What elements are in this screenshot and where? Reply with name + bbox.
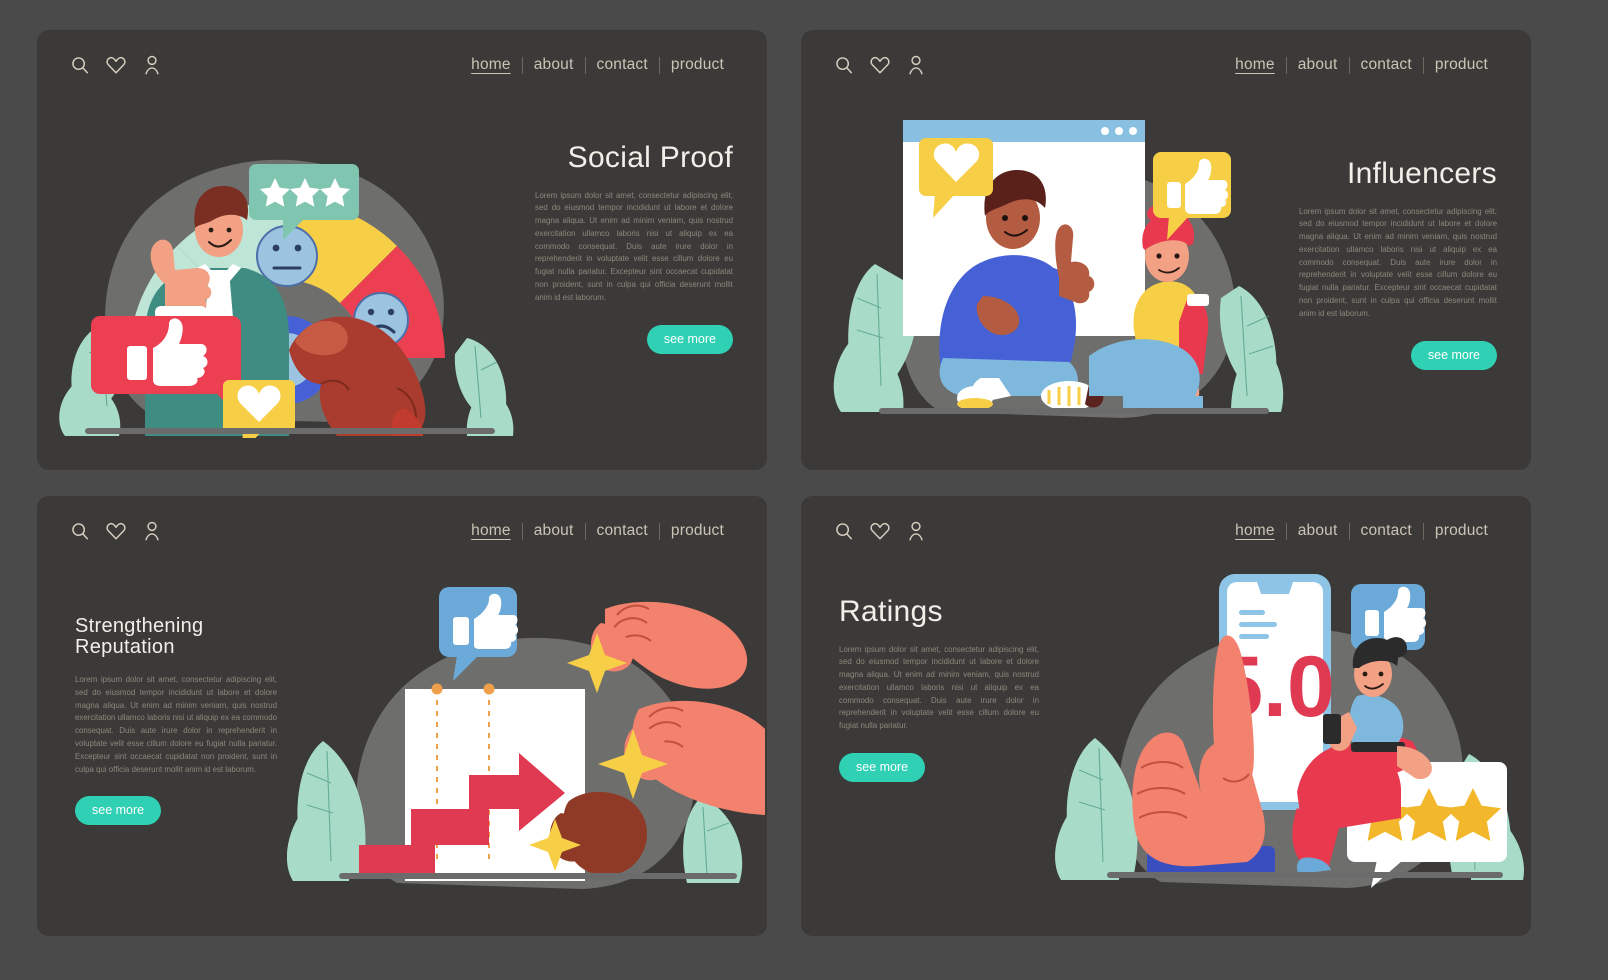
landing-page-set: home about contact product Social Proof … xyxy=(0,0,1608,980)
heart-icon[interactable] xyxy=(869,54,891,76)
panel-influencers: home about contact product Influencers L… xyxy=(801,30,1531,470)
nav-link-about[interactable]: about xyxy=(1287,56,1349,74)
page-title: Ratings xyxy=(839,595,943,628)
icon-group xyxy=(833,54,927,76)
search-icon[interactable] xyxy=(833,54,855,76)
page-title: Social Proof xyxy=(567,141,733,174)
panel-strengthening-reputation: home about contact product Strengthening… xyxy=(37,496,767,936)
see-more-button[interactable]: see more xyxy=(839,753,926,783)
text-column: Influencers Lorem ipsum dolor sit amet, … xyxy=(1299,158,1497,370)
panel-ratings: home about contact product Ratings Lorem… xyxy=(801,496,1531,936)
heart-icon[interactable] xyxy=(869,520,891,542)
text-column: Social Proof Lorem ipsum dolor sit amet,… xyxy=(535,142,733,354)
nav-link-product[interactable]: product xyxy=(660,522,735,540)
top-navigation-bar: home about contact product xyxy=(37,496,767,566)
nav-link-contact[interactable]: contact xyxy=(586,56,659,74)
nav-link-home[interactable]: home xyxy=(1224,522,1286,540)
search-icon[interactable] xyxy=(69,54,91,76)
nav-links: home about contact product xyxy=(1224,522,1499,540)
illustration-influencers xyxy=(823,90,1293,435)
body-paragraph: Lorem ipsum dolor sit amet, consectetur … xyxy=(75,675,277,774)
nav-links: home about contact product xyxy=(460,56,735,74)
user-icon[interactable] xyxy=(905,54,927,76)
illustration-art xyxy=(287,561,767,906)
icon-group xyxy=(833,520,927,542)
nav-link-about[interactable]: about xyxy=(523,56,585,74)
illustration-strengthening-reputation xyxy=(287,561,767,906)
illustration-art xyxy=(37,88,537,438)
illustration-art xyxy=(823,90,1293,435)
nav-link-product[interactable]: product xyxy=(1424,522,1499,540)
nav-link-about[interactable]: about xyxy=(1287,522,1349,540)
body-paragraph: Lorem ipsum dolor sit amet, consectetur … xyxy=(839,644,1039,731)
nav-link-home[interactable]: home xyxy=(460,522,522,540)
nav-link-product[interactable]: product xyxy=(1424,56,1499,74)
text-column: Ratings Lorem ipsum dolor sit amet, cons… xyxy=(839,595,1039,783)
see-more-button[interactable]: see more xyxy=(646,324,733,354)
body-paragraph: Lorem ipsum dolor sit amet, consectetur … xyxy=(535,190,733,302)
nav-links: home about contact product xyxy=(460,522,735,540)
icon-group xyxy=(69,520,163,542)
text-column: Strengthening Reputation Lorem ipsum dol… xyxy=(75,615,277,826)
nav-link-contact[interactable]: contact xyxy=(586,522,659,540)
nav-link-product[interactable]: product xyxy=(660,56,735,74)
nav-link-about[interactable]: about xyxy=(523,522,585,540)
search-icon[interactable] xyxy=(833,520,855,542)
illustration-social-proof xyxy=(37,88,537,438)
panel-social-proof: home about contact product Social Proof … xyxy=(37,30,767,470)
nav-link-home[interactable]: home xyxy=(460,56,522,74)
nav-link-contact[interactable]: contact xyxy=(1350,522,1423,540)
nav-link-contact[interactable]: contact xyxy=(1350,56,1423,74)
search-icon[interactable] xyxy=(69,520,91,542)
heart-icon[interactable] xyxy=(105,54,127,76)
page-title: Strengthening Reputation xyxy=(75,615,204,658)
icon-group xyxy=(69,54,163,76)
see-more-button[interactable]: see more xyxy=(75,796,162,826)
user-icon[interactable] xyxy=(905,520,927,542)
nav-links: home about contact product xyxy=(1224,56,1499,74)
illustration-art: 5.0 xyxy=(1051,556,1531,906)
illustration-ratings: 5.0 xyxy=(1051,556,1531,906)
heart-icon[interactable] xyxy=(105,520,127,542)
nav-link-home[interactable]: home xyxy=(1224,56,1286,74)
user-icon[interactable] xyxy=(141,520,163,542)
see-more-button[interactable]: see more xyxy=(1410,340,1497,370)
body-paragraph: Lorem ipsum dolor sit amet, consectetur … xyxy=(1299,206,1497,318)
page-title: Influencers xyxy=(1346,157,1497,190)
user-icon[interactable] xyxy=(141,54,163,76)
